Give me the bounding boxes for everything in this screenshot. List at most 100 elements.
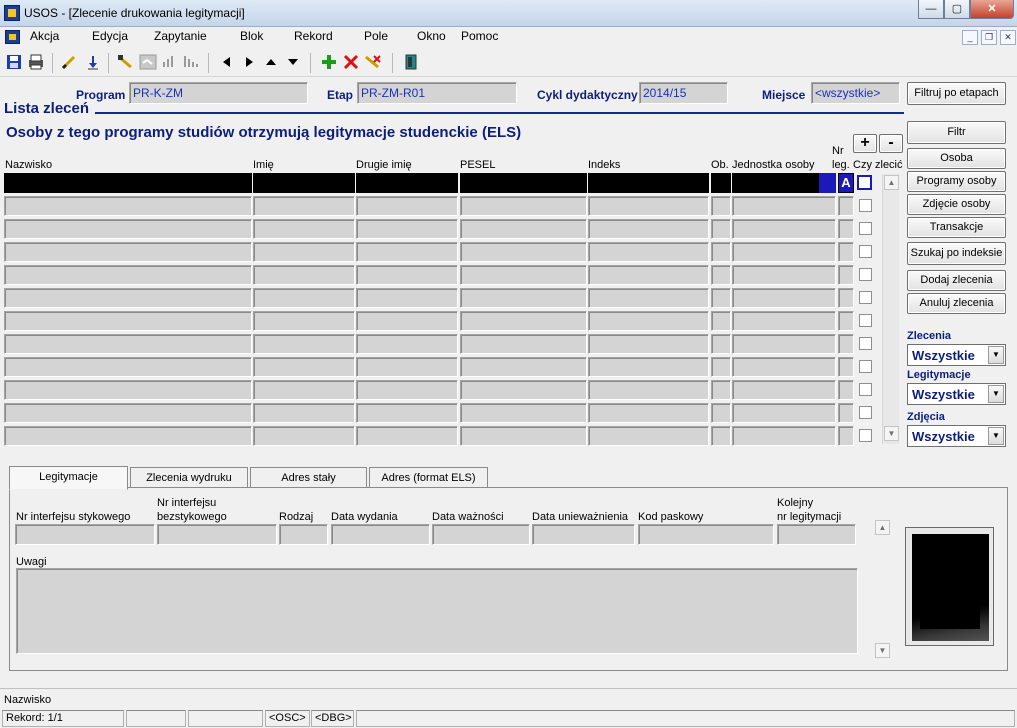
cell-indeks[interactable] [588, 173, 709, 193]
cell-drugie-imie[interactable] [356, 265, 458, 285]
cell-nr-leg[interactable]: A [838, 173, 854, 193]
cell-ob[interactable] [711, 357, 731, 377]
cell-jednostka[interactable] [732, 288, 836, 308]
previous-record-icon[interactable] [262, 54, 280, 72]
cell-drugie-imie[interactable] [356, 334, 458, 354]
czy-zlecic-checkbox[interactable] [859, 199, 872, 212]
cell-nr-leg[interactable] [838, 334, 854, 354]
cell-pesel[interactable] [460, 426, 587, 446]
cell-imie[interactable] [253, 265, 355, 285]
cell-nr-leg[interactable] [838, 196, 854, 216]
insert-record-icon[interactable] [320, 54, 338, 72]
scroll-down-icon[interactable]: ▼ [875, 643, 890, 658]
ids-filter-select[interactable]: Wszystkie ▼ [907, 383, 1006, 405]
cykl-field[interactable]: 2014/15 [639, 82, 728, 104]
cell-drugie-imie[interactable] [356, 288, 458, 308]
details-scrollbar[interactable]: ▲ ▼ [874, 520, 891, 660]
cell-indeks[interactable] [588, 288, 709, 308]
cell-drugie-imie[interactable] [356, 242, 458, 262]
download-icon[interactable] [84, 54, 102, 72]
cell-pesel[interactable] [460, 403, 587, 423]
cell-nr-leg[interactable] [838, 403, 854, 423]
menu-akcja[interactable]: Akcja [30, 29, 59, 43]
menu-pomoc[interactable]: Pomoc [461, 29, 498, 43]
table-row[interactable] [4, 242, 874, 262]
photos-filter-select[interactable]: Wszystkie ▼ [907, 425, 1006, 447]
mdi-restore-button[interactable]: ❐ [981, 30, 997, 45]
mdi-window-icon[interactable] [5, 30, 20, 44]
cell-ob[interactable] [711, 288, 731, 308]
menu-edycja[interactable]: Edycja [92, 29, 128, 43]
cell-jednostka[interactable] [732, 357, 836, 377]
program-field[interactable]: PR-K-ZM [129, 82, 308, 104]
chevron-down-icon[interactable]: ▼ [988, 346, 1004, 364]
cell-ob[interactable] [711, 242, 731, 262]
cell-imie[interactable] [253, 403, 355, 423]
cell-nazwisko[interactable] [4, 288, 252, 308]
cell-jednostka[interactable] [732, 196, 836, 216]
cell-drugie-imie[interactable] [356, 196, 458, 216]
cell-indeks[interactable] [588, 426, 709, 446]
cell-jednostka[interactable] [732, 403, 836, 423]
cell-indeks[interactable] [588, 265, 709, 285]
cell-pesel[interactable] [460, 173, 587, 193]
cell-nr-leg[interactable] [838, 357, 854, 377]
person-programs-button[interactable]: Programy osoby [907, 171, 1006, 192]
uwagi-field[interactable] [16, 568, 858, 654]
cell-nazwisko[interactable] [4, 311, 252, 331]
cell-indeks[interactable] [588, 219, 709, 239]
menu-blok[interactable]: Blok [240, 29, 263, 43]
cell-nazwisko[interactable] [4, 196, 252, 216]
nr-bezstykowego-field[interactable] [157, 524, 277, 545]
etap-field[interactable]: PR-ZM-R01 [357, 82, 517, 104]
cell-ob[interactable] [711, 380, 731, 400]
mdi-close-button[interactable]: ✕ [1000, 30, 1016, 45]
czy-zlecic-checkbox[interactable] [859, 383, 872, 396]
minimize-button[interactable]: — [918, 0, 944, 19]
cell-ob[interactable] [711, 173, 731, 193]
czy-zlecic-checkbox[interactable] [859, 429, 872, 442]
cell-drugie-imie[interactable] [356, 357, 458, 377]
table-scrollbar[interactable]: ▲ ▼ [882, 174, 899, 444]
cell-nr-leg[interactable] [838, 380, 854, 400]
scroll-up-icon[interactable]: ▲ [875, 520, 890, 535]
cell-drugie-imie[interactable] [356, 426, 458, 446]
czy-zlecic-checkbox[interactable] [859, 360, 872, 373]
table-row[interactable] [4, 288, 874, 308]
cell-ob[interactable] [711, 196, 731, 216]
scroll-up-icon[interactable]: ▲ [884, 175, 899, 190]
chevron-down-icon[interactable]: ▼ [988, 385, 1004, 403]
next-record-icon[interactable] [284, 54, 302, 72]
cell-pesel[interactable] [460, 265, 587, 285]
chevron-down-icon[interactable]: ▼ [988, 427, 1004, 445]
clear-record-icon[interactable] [364, 54, 382, 72]
delete-record-icon[interactable] [342, 54, 360, 72]
cell-jednostka[interactable] [732, 426, 836, 446]
table-row[interactable] [4, 311, 874, 331]
cell-indeks[interactable] [588, 357, 709, 377]
close-button[interactable]: ✕ [970, 0, 1014, 19]
cell-imie[interactable] [253, 288, 355, 308]
cell-ob[interactable] [711, 219, 731, 239]
add-orders-button[interactable]: Dodaj zlecenia [907, 270, 1006, 291]
cell-pesel[interactable] [460, 242, 587, 262]
table-row[interactable] [4, 380, 874, 400]
cell-nazwisko[interactable] [4, 219, 252, 239]
cell-imie[interactable] [253, 311, 355, 331]
transactions-button[interactable]: Transakcje [907, 217, 1006, 238]
tab-legitymacje[interactable]: Legitymacje [9, 466, 128, 490]
czy-zlecic-checkbox[interactable] [859, 337, 872, 350]
cell-nr-leg[interactable] [838, 242, 854, 262]
table-row[interactable] [4, 403, 874, 423]
cell-indeks[interactable] [588, 334, 709, 354]
cell-ob[interactable] [711, 311, 731, 331]
query-execute-icon[interactable] [139, 54, 157, 72]
czy-zlecic-checkbox[interactable] [859, 314, 872, 327]
orders-filter-select[interactable]: Wszystkie ▼ [907, 344, 1006, 366]
cell-imie[interactable] [253, 380, 355, 400]
cell-ob[interactable] [711, 403, 731, 423]
cell-nr-leg[interactable] [838, 219, 854, 239]
table-row[interactable] [4, 196, 874, 216]
cell-nr-leg[interactable] [838, 288, 854, 308]
cell-drugie-imie[interactable] [356, 311, 458, 331]
